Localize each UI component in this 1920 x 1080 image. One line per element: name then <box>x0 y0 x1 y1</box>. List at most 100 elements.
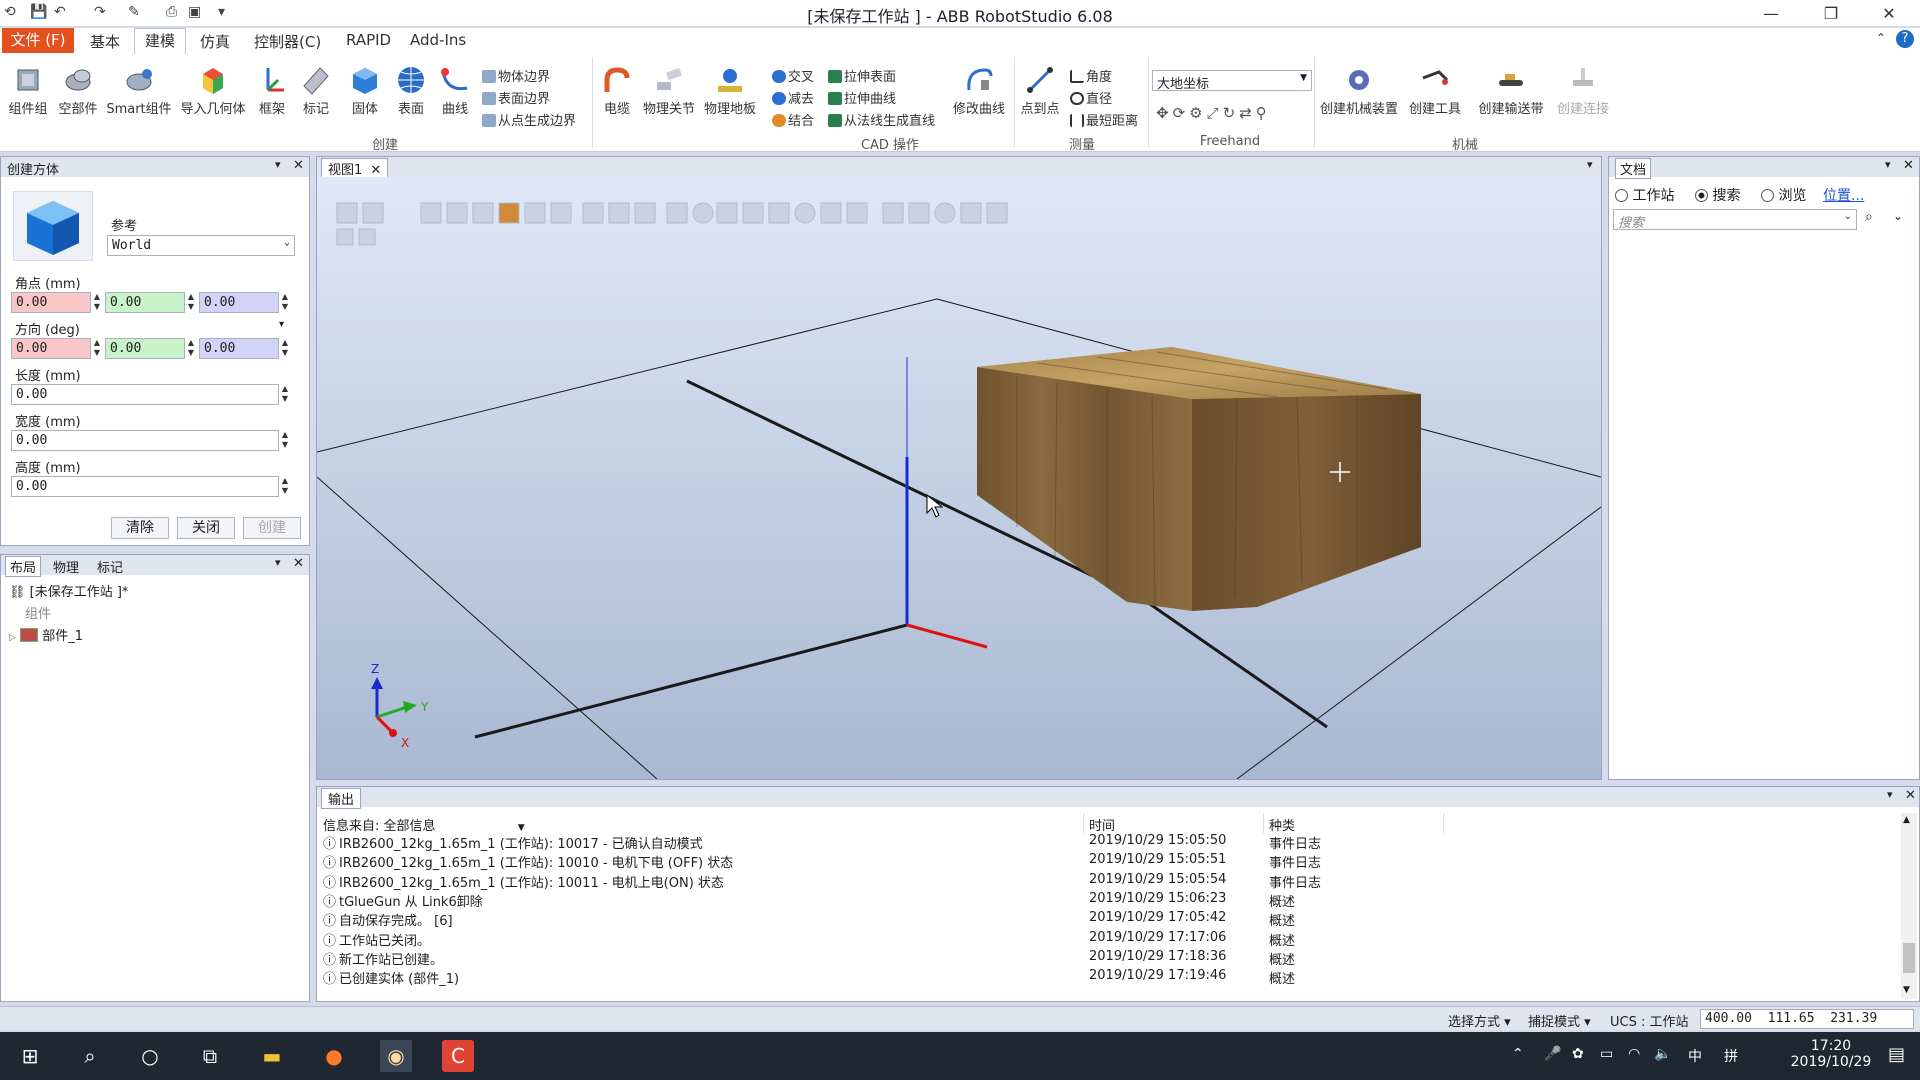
ime-indicator[interactable]: 中 <box>1688 1046 1702 1066</box>
table-row[interactable]: ⓘ IRB2600_12kg_1.65m_1 (工作站): 10010 - 电机下… <box>323 852 1893 871</box>
radio-search[interactable]: 搜索 <box>1695 185 1740 205</box>
battery-icon[interactable]: ▭ <box>1600 1046 1613 1062</box>
cable-button[interactable]: 电缆 <box>596 64 638 117</box>
line-from-normal-button[interactable]: 从法线生成直线 <box>828 110 935 129</box>
robotstudio-app-icon[interactable]: ◉ <box>380 1040 412 1072</box>
physics-joint-button[interactable]: 物理关节 <box>640 64 698 117</box>
source-filter[interactable]: 信息来自: 全部信息 ▼ <box>323 815 525 834</box>
3d-view[interactable]: Z Y X <box>317 177 1601 779</box>
direction-y-stepper[interactable]: ▲ ▼ <box>185 338 197 359</box>
file-explorer-icon[interactable]: ▬ <box>256 1040 288 1072</box>
col-type-header[interactable]: 种类 <box>1269 815 1295 834</box>
pin-icon[interactable]: ▾ <box>1885 158 1891 171</box>
location-link[interactable]: 位置... <box>1823 185 1864 205</box>
modify-curve-button[interactable]: 修改曲线 <box>950 64 1008 117</box>
corner-z-field[interactable]: 0.00 <box>199 292 279 313</box>
table-row[interactable]: ⓘ tGlueGun 从 Link6卸除 2019/10/29 15:06:23 概述 <box>323 891 1893 910</box>
width-stepper[interactable]: ▲ ▼ <box>279 430 291 451</box>
table-row[interactable]: ⓘ 已创建实体 (部件_1) 2019/10/29 17:19:46 概述 <box>323 968 1893 987</box>
tree-group[interactable]: 组件 <box>25 603 51 622</box>
notification-icon[interactable]: ▤ <box>1888 1044 1905 1065</box>
tab-file[interactable]: 文件 (F) <box>2 28 74 53</box>
surface-button[interactable]: 表面 <box>392 64 430 117</box>
empty-part-button[interactable]: 空部件 <box>56 64 100 117</box>
direction-z-stepper[interactable]: ▲ ▼ <box>279 338 291 359</box>
network-icon[interactable]: ◠ <box>1628 1046 1640 1062</box>
radio-browse[interactable]: 浏览 <box>1761 185 1806 205</box>
corner-y-stepper[interactable]: ▲ ▼ <box>185 292 197 313</box>
create-mechanism-button[interactable]: 创建机械装置 <box>1316 64 1402 117</box>
close-icon[interactable]: ✕ <box>1903 158 1914 173</box>
direction-y-field[interactable]: 0.00 <box>105 338 185 359</box>
tab-addins[interactable]: Add-Ins <box>410 31 466 49</box>
extrude-curve-button[interactable]: 拉伸曲线 <box>828 88 896 107</box>
tag-button[interactable]: 标记 <box>298 64 334 117</box>
close-button[interactable]: 关闭 <box>177 517 235 539</box>
scroll-up-icon[interactable]: ▲ <box>1903 815 1910 825</box>
minimize-icon[interactable]: — <box>1756 4 1786 23</box>
viewport-menu-icon[interactable]: ▾ <box>1587 158 1593 171</box>
length-field[interactable]: 0.00 <box>11 384 279 405</box>
firefox-icon[interactable]: ● <box>318 1040 350 1072</box>
tab-basic[interactable]: 基本 <box>90 31 120 52</box>
height-stepper[interactable]: ▲ ▼ <box>279 476 291 497</box>
body-border-button[interactable]: 物体边界 <box>482 66 550 85</box>
create-conveyor-button[interactable]: 创建输送带 <box>1474 64 1548 117</box>
create-tool-button[interactable]: 创建工具 <box>1404 64 1466 117</box>
table-row[interactable]: ⓘ 新工作站已创建。 2019/10/29 17:18:36 概述 <box>323 949 1893 968</box>
pin-icon[interactable]: ▾ <box>275 158 281 171</box>
pin-icon[interactable]: ▾ <box>275 556 281 569</box>
close-icon[interactable]: ✕ <box>1905 788 1916 803</box>
jog-reorient-icon[interactable]: ↻ <box>1223 104 1240 122</box>
tree-part[interactable]: ▷ 部件_1 <box>9 625 83 644</box>
physics-floor-button[interactable]: 物理地板 <box>700 64 760 117</box>
extrude-surface-button[interactable]: 拉伸表面 <box>828 66 896 85</box>
curve-button[interactable]: 曲线 <box>436 64 474 117</box>
close-icon[interactable]: ✕ <box>1874 4 1904 23</box>
tab-modeling[interactable]: 建模 <box>134 28 187 55</box>
tab-simulation[interactable]: 仿真 <box>200 31 230 52</box>
restore-icon[interactable]: ❐ <box>1816 4 1846 23</box>
tab-view1[interactable]: 视图1 ✕ <box>321 158 389 179</box>
snap-mode-dropdown[interactable]: 捕捉模式 ▾ <box>1528 1011 1591 1030</box>
rotate-icon[interactable]: ⟳ <box>1173 104 1190 122</box>
tab-rapid[interactable]: RAPID <box>346 31 391 49</box>
tray-app-icon[interactable]: ✿ <box>1572 1046 1584 1062</box>
pin-icon[interactable]: ▾ <box>1887 788 1893 801</box>
angle-button[interactable]: 角度 <box>1070 66 1112 85</box>
microphone-icon[interactable]: 🎤 <box>1544 1046 1561 1062</box>
tab-physics[interactable]: 物理 <box>53 557 79 576</box>
point-to-point-button[interactable]: 点到点 <box>1018 64 1062 117</box>
reference-frame-select[interactable]: 大地坐标 ▼ <box>1152 70 1312 92</box>
select-mode-dropdown[interactable]: 选择方式 ▾ <box>1448 1011 1511 1030</box>
clock[interactable]: 17:20 2019/10/29 <box>1786 1038 1876 1070</box>
expand-icon[interactable]: ▷ <box>9 633 16 643</box>
expand-icon[interactable]: ⌄ <box>1893 209 1903 223</box>
expand-icon[interactable]: ▾ <box>279 319 284 330</box>
help-icon[interactable]: ? <box>1896 30 1914 48</box>
component-group-button[interactable]: 组件组 <box>6 64 50 117</box>
cortana-icon[interactable]: ○ <box>134 1040 166 1072</box>
tab-controller[interactable]: 控制器(C) <box>254 31 321 52</box>
direction-x-field[interactable]: 0.00 <box>11 338 91 359</box>
subtract-button[interactable]: 减去 <box>772 88 814 107</box>
solid-button[interactable]: 固体 <box>346 64 384 117</box>
tab-layout[interactable]: 布局 <box>5 556 42 577</box>
jog-linear-icon[interactable]: ⤢ <box>1207 104 1223 122</box>
direction-x-stepper[interactable]: ▲ ▼ <box>91 338 103 359</box>
width-field[interactable]: 0.00 <box>11 430 279 451</box>
smart-component-button[interactable]: Smart组件 <box>104 64 174 117</box>
tray-expand-icon[interactable]: ⌃ <box>1512 1046 1524 1062</box>
table-row[interactable]: ⓘ 工作站已关闭。 2019/10/29 17:17:06 概述 <box>323 930 1893 949</box>
corner-x-field[interactable]: 0.00 <box>11 292 91 313</box>
jog-joint-icon[interactable]: ⚙ <box>1189 104 1206 122</box>
freehand-tools[interactable]: ✥⟳⚙⤢↻⇄⚲ <box>1156 104 1271 122</box>
close-icon[interactable]: ✕ <box>370 163 381 178</box>
corner-x-stepper[interactable]: ▲ ▼ <box>91 292 103 313</box>
tree-root[interactable]: ⛓ [未保存工作站 ]* <box>9 581 128 600</box>
union-button[interactable]: 结合 <box>772 110 814 129</box>
min-distance-button[interactable]: 最短距离 <box>1070 110 1138 129</box>
frame-button[interactable]: 框架 <box>254 64 290 117</box>
height-field[interactable]: 0.00 <box>11 476 279 497</box>
scroll-thumb[interactable] <box>1903 943 1915 973</box>
